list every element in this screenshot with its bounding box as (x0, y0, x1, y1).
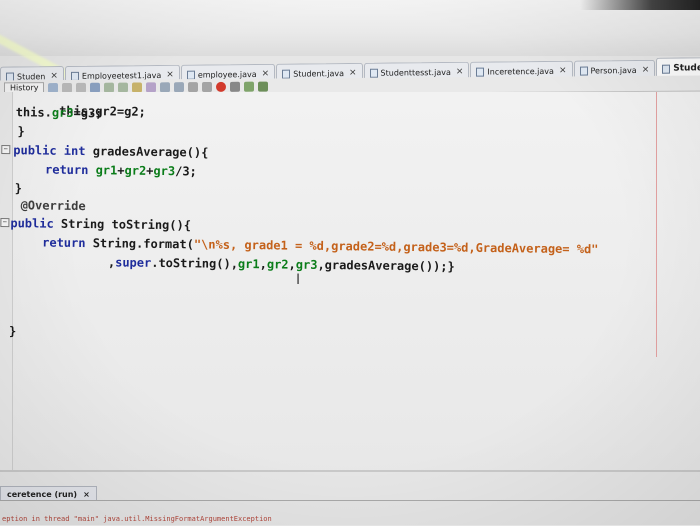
code-line: return gr1+gr2+gr3/3; (44, 162, 197, 179)
bookmark-icon[interactable] (146, 81, 157, 92)
fold-toggle-icon[interactable]: − (0, 218, 10, 228)
monitor-bezel-glare (0, 0, 700, 56)
code-line: } (8, 324, 17, 339)
java-file-icon (579, 66, 588, 76)
code-line: ,super.toString(),gr1,gr2,gr3,gradesAver… (107, 255, 455, 274)
find-previous-icon[interactable] (104, 82, 115, 93)
comment-icon[interactable] (188, 81, 199, 92)
editor-tab-label: Person.java (590, 65, 637, 75)
code-line: public String toString(){ (10, 216, 192, 233)
code-line: @Override (20, 198, 86, 214)
java-file-icon (186, 70, 195, 80)
code-line: return String.format("\n%s, grade1 = %d,… (42, 235, 599, 257)
find-next-icon[interactable] (118, 82, 129, 93)
code-editor[interactable]: this.gr2=g2; this.gr3=g3; } − public int… (0, 92, 700, 470)
output-tab[interactable]: ceretence (run) × (0, 486, 97, 501)
panel-divider[interactable] (0, 470, 700, 472)
java-file-icon (476, 67, 485, 77)
fold-toggle-icon[interactable]: − (1, 145, 11, 155)
output-tab-label: ceretence (run) (7, 489, 78, 499)
close-tab-icon[interactable]: × (262, 69, 270, 79)
close-tab-icon[interactable]: × (559, 66, 567, 76)
editor-tab-label: Studenttesst.java (380, 67, 451, 78)
close-tab-icon[interactable]: × (349, 68, 357, 78)
back-icon[interactable] (62, 82, 73, 93)
forward-icon[interactable] (76, 82, 87, 93)
editor-tab-label: employee.java (197, 69, 257, 80)
code-line: this.gr3=g3; (15, 105, 103, 121)
editor-tab-label: Student.java (673, 62, 700, 74)
editor-tab-label: Student.java (293, 68, 344, 79)
console-error-text: eption in thread "main" java.util.Missin… (2, 515, 272, 523)
text-cursor-icon: I (296, 272, 301, 288)
stop-macro-icon[interactable] (230, 81, 241, 92)
output-console[interactable]: eption in thread "main" java.util.Missin… (0, 500, 700, 526)
java-file-icon (662, 64, 671, 74)
right-margin-guide (656, 92, 657, 357)
sort-icon[interactable] (258, 81, 269, 92)
toggle-highlight-icon[interactable] (132, 81, 143, 93)
diff-icon[interactable] (244, 81, 255, 92)
code-line: } (17, 124, 25, 139)
code-line: } (14, 181, 23, 196)
code-line: public int gradesAverage(){ (13, 143, 209, 160)
editor-tab-label: Inceretence.java (487, 66, 554, 77)
record-macro-icon[interactable] (216, 81, 227, 92)
close-icon[interactable]: × (83, 490, 90, 499)
search-icon[interactable] (90, 82, 101, 93)
shift-right-icon[interactable] (174, 81, 185, 92)
shift-left-icon[interactable] (160, 81, 171, 92)
java-file-icon (369, 68, 378, 78)
close-tab-icon[interactable]: × (456, 67, 464, 77)
uncomment-icon[interactable] (202, 81, 213, 92)
code-content: this.gr2=g2; this.gr3=g3; } − public int… (0, 92, 700, 338)
close-tab-icon[interactable]: × (642, 65, 650, 75)
java-file-icon (282, 69, 291, 79)
